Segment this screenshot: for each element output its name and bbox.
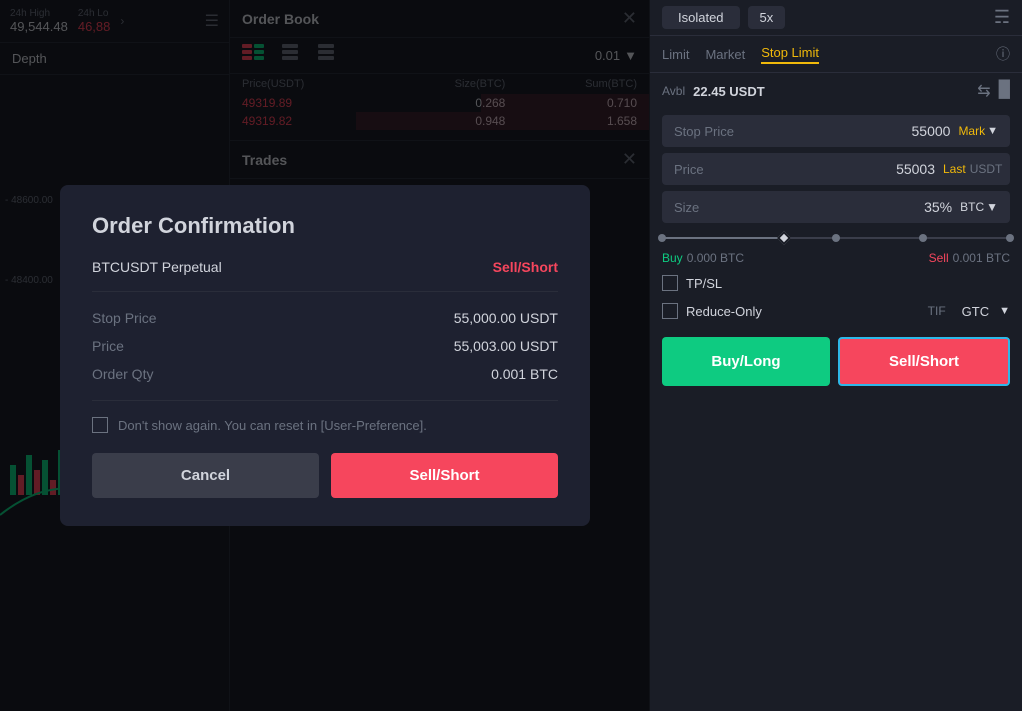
order-confirmation-modal: Order Confirmation BTCUSDT Perpetual Sel… [60, 185, 590, 526]
modal-confirm-button[interactable]: Sell/Short [331, 453, 558, 498]
tab-limit[interactable]: Limit [662, 47, 689, 62]
modal-divider-2 [92, 400, 558, 401]
chevron-down-icon[interactable]: ▼ [987, 125, 998, 137]
modal-dont-show-checkbox[interactable] [92, 417, 108, 433]
mode-bar: Isolated 5x ☴ [650, 0, 1022, 36]
trading-form-panel: Isolated 5x ☴ Limit Market Stop Limit ⓘ … [650, 0, 1022, 711]
modal-stop-price-label: Stop Price [92, 310, 157, 326]
slider-fill [662, 237, 784, 239]
calculator-icon[interactable]: █ [999, 81, 1010, 101]
modal-pair-name: BTCUSDT Perpetual [92, 259, 222, 275]
size-unit-dropdown[interactable]: BTC ▼ [960, 200, 998, 214]
modal-qty-row: Order Qty 0.001 BTC [92, 360, 558, 388]
sell-amount: 0.001 BTC [953, 251, 1010, 265]
order-type-bar: Limit Market Stop Limit ⓘ [650, 36, 1022, 73]
stop-price-field[interactable] [754, 123, 950, 139]
buy-label: Buy [662, 251, 683, 265]
stop-price-input-row[interactable]: Stop Price Mark ▼ [662, 115, 1010, 147]
stop-price-label: Stop Price [674, 124, 754, 139]
avbl-label: Avbl [662, 84, 685, 98]
chevron-down-icon[interactable]: ▼ [999, 305, 1010, 317]
modal-qty-label: Order Qty [92, 366, 153, 382]
modal-price-value: 55,003.00 USDT [454, 338, 558, 354]
modal-cancel-button[interactable]: Cancel [92, 453, 319, 498]
settings-icon[interactable]: ☴ [994, 7, 1010, 28]
modal-buttons-row: Cancel Sell/Short [92, 453, 558, 498]
modal-stop-price-value: 55,000.00 USDT [454, 310, 558, 326]
size-field[interactable] [754, 199, 952, 215]
size-input-row[interactable]: Size BTC ▼ [662, 191, 1010, 223]
buy-sell-amounts-row: Buy 0.000 BTC Sell 0.001 BTC [650, 247, 1022, 269]
sell-short-button[interactable]: Sell/Short [838, 337, 1010, 386]
modal-divider-1 [92, 291, 558, 292]
avbl-row: Avbl 22.45 USDT ⇆ █ [650, 73, 1022, 109]
modal-stop-price-row: Stop Price 55,000.00 USDT [92, 304, 558, 332]
action-buttons-row: Buy/Long Sell/Short [650, 325, 1022, 398]
chevron-down-icon: ▼ [986, 200, 998, 214]
modal-dont-show-row[interactable]: Don't show again. You can reset in [User… [92, 417, 558, 433]
modal-pair-row: BTCUSDT Perpetual Sell/Short [92, 259, 558, 275]
info-icon[interactable]: ⓘ [996, 44, 1010, 64]
price-label: Price [674, 162, 754, 177]
tp-sl-label: TP/SL [686, 276, 722, 291]
stop-price-tag: Mark [958, 124, 985, 138]
tif-label: TIF [928, 304, 946, 318]
price-input-row[interactable]: Price Last USDT [662, 153, 1010, 185]
modal-qty-value: 0.001 BTC [491, 366, 558, 382]
modal-side: Sell/Short [493, 259, 558, 275]
tp-sl-row[interactable]: TP/SL [650, 269, 1022, 297]
price-last-tag: Last [943, 162, 966, 176]
slider-dot-100 [1006, 234, 1014, 242]
tp-sl-checkbox[interactable] [662, 275, 678, 291]
price-unit: USDT [970, 162, 1003, 176]
leverage-button[interactable]: 5x [748, 6, 786, 29]
modal-price-row: Price 55,003.00 USDT [92, 332, 558, 360]
size-unit-value: BTC [960, 200, 984, 214]
buy-long-button[interactable]: Buy/Long [662, 337, 830, 386]
transfer-icon[interactable]: ⇆ [977, 81, 990, 101]
tif-value: GTC [962, 304, 989, 319]
slider-dot-75 [919, 234, 927, 242]
reduce-only-label: Reduce-Only [686, 304, 762, 319]
modal-dont-show-label: Don't show again. You can reset in [User… [118, 418, 427, 433]
slider-row[interactable] [650, 229, 1022, 247]
sell-label: Sell [929, 251, 949, 265]
tab-market[interactable]: Market [705, 47, 745, 62]
price-field[interactable] [754, 161, 935, 177]
reduce-only-row[interactable]: Reduce-Only TIF GTC ▼ [650, 297, 1022, 325]
modal-price-label: Price [92, 338, 124, 354]
isolated-button[interactable]: Isolated [662, 6, 740, 29]
avbl-icons: ⇆ █ [977, 81, 1010, 101]
slider-dot-0 [658, 234, 666, 242]
size-label: Size [674, 200, 754, 215]
modal-title: Order Confirmation [92, 213, 558, 239]
reduce-only-checkbox[interactable] [662, 303, 678, 319]
buy-amount: 0.000 BTC [687, 251, 744, 265]
avbl-value: 22.45 USDT [693, 84, 765, 99]
slider-dot-50 [832, 234, 840, 242]
modal-overlay: Order Confirmation BTCUSDT Perpetual Sel… [0, 0, 650, 711]
slider-track [662, 237, 1010, 239]
tab-stop-limit[interactable]: Stop Limit [761, 45, 819, 64]
slider-handle[interactable] [777, 231, 791, 245]
